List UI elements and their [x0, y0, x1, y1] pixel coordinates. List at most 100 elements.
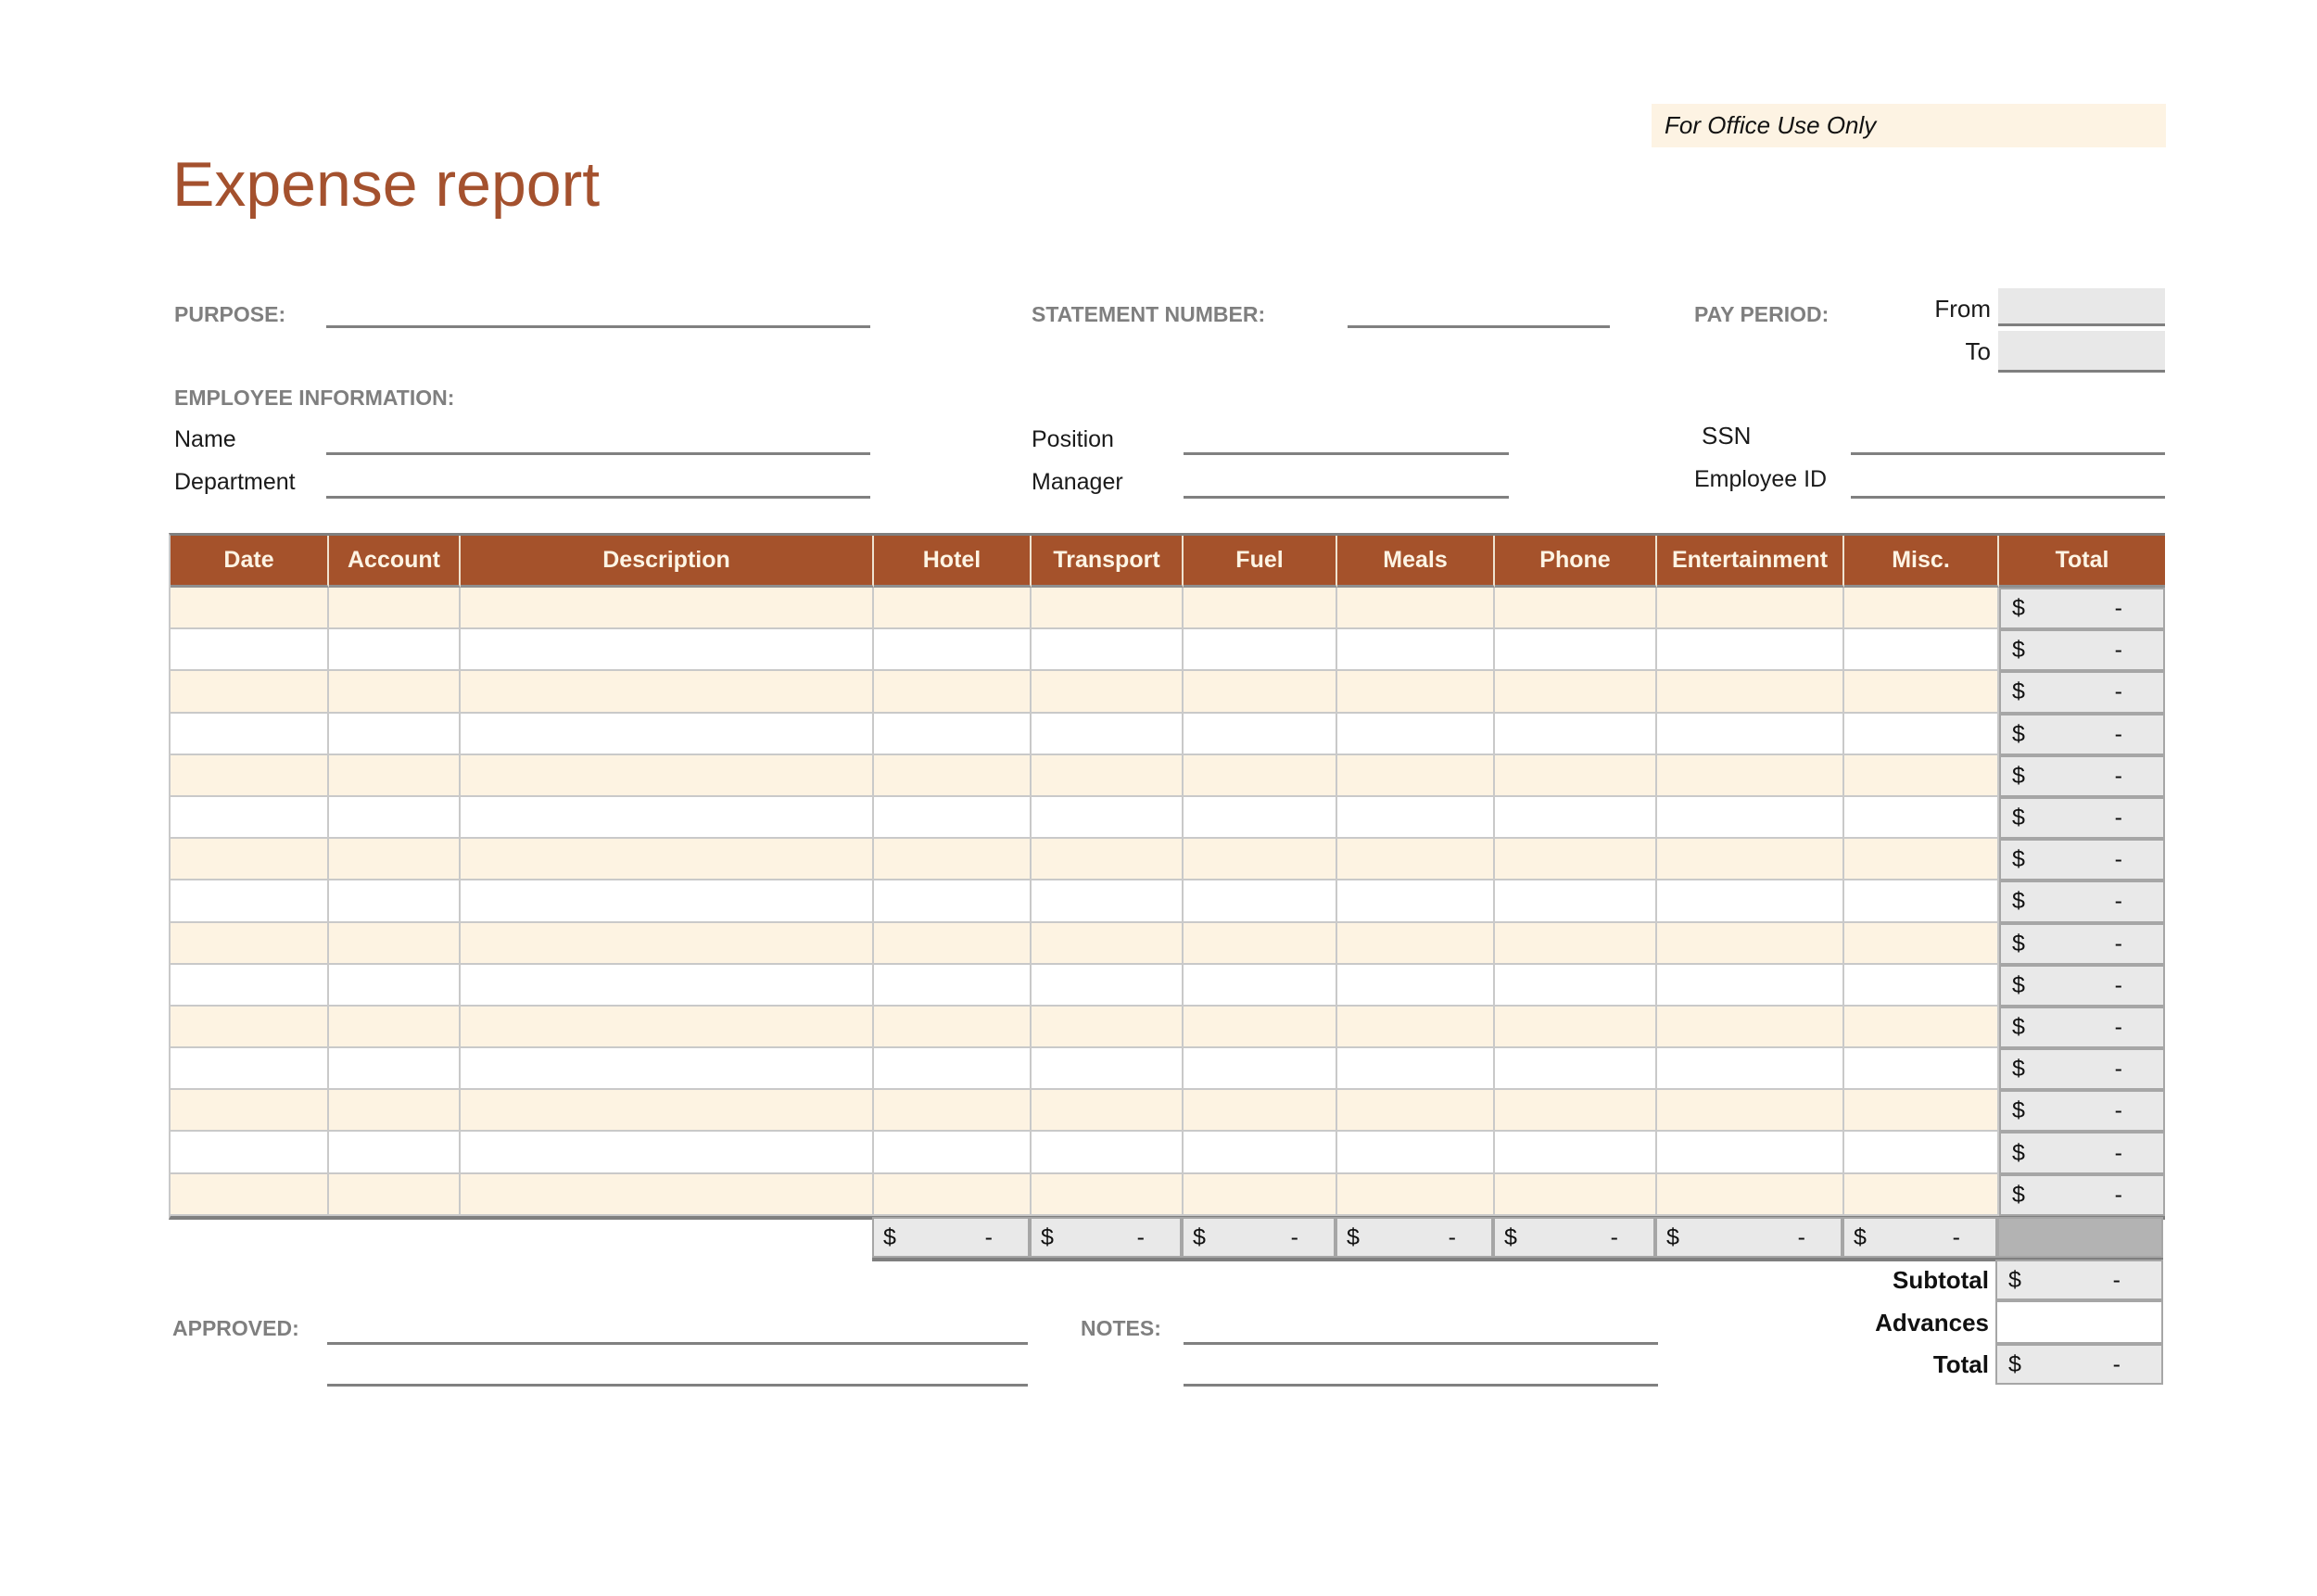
expense-input-cell-fuel[interactable] [1184, 965, 1337, 1007]
expense-input-cell-transport[interactable] [1032, 965, 1184, 1007]
expense-input-cell-transport[interactable] [1032, 1048, 1184, 1090]
purpose-input-line[interactable] [326, 325, 870, 328]
expense-input-cell-entertainment[interactable] [1657, 797, 1844, 839]
expense-input-cell-fuel[interactable] [1184, 880, 1337, 922]
expense-input-cell-account[interactable] [329, 1132, 461, 1173]
expense-input-cell-description[interactable] [461, 797, 874, 839]
expense-input-cell-transport[interactable] [1032, 923, 1184, 965]
expense-input-cell-entertainment[interactable] [1657, 839, 1844, 880]
expense-input-cell-date[interactable] [171, 1174, 329, 1216]
expense-input-cell-transport[interactable] [1032, 880, 1184, 922]
expense-input-cell-account[interactable] [329, 797, 461, 839]
expense-input-cell-account[interactable] [329, 965, 461, 1007]
expense-input-cell-transport[interactable] [1032, 1007, 1184, 1048]
expense-input-cell-hotel[interactable] [874, 629, 1032, 671]
expense-input-cell-hotel[interactable] [874, 965, 1032, 1007]
expense-input-cell-phone[interactable] [1495, 965, 1657, 1007]
expense-input-cell-fuel[interactable] [1184, 714, 1337, 755]
expense-input-cell-meals[interactable] [1337, 1048, 1495, 1090]
expense-input-cell-phone[interactable] [1495, 588, 1657, 629]
expense-input-cell-account[interactable] [329, 755, 461, 797]
expense-input-cell-meals[interactable] [1337, 629, 1495, 671]
expense-input-cell-fuel[interactable] [1184, 1090, 1337, 1132]
expense-input-cell-misc[interactable] [1844, 629, 1999, 671]
expense-input-cell-date[interactable] [171, 1132, 329, 1173]
expense-input-cell-misc[interactable] [1844, 1132, 1999, 1173]
department-input-line[interactable] [326, 496, 870, 499]
expense-input-cell-transport[interactable] [1032, 588, 1184, 629]
expense-input-cell-date[interactable] [171, 965, 329, 1007]
expense-input-cell-description[interactable] [461, 1174, 874, 1216]
expense-input-cell-account[interactable] [329, 671, 461, 713]
expense-input-cell-hotel[interactable] [874, 1048, 1032, 1090]
expense-input-cell-misc[interactable] [1844, 965, 1999, 1007]
expense-input-cell-misc[interactable] [1844, 1174, 1999, 1216]
position-input-line[interactable] [1184, 452, 1509, 455]
statement-number-input-line[interactable] [1348, 325, 1610, 328]
expense-input-cell-date[interactable] [171, 839, 329, 880]
notes-input-line-2[interactable] [1184, 1384, 1658, 1387]
expense-input-cell-phone[interactable] [1495, 671, 1657, 713]
expense-input-cell-phone[interactable] [1495, 880, 1657, 922]
expense-input-cell-meals[interactable] [1337, 1174, 1495, 1216]
expense-input-cell-entertainment[interactable] [1657, 755, 1844, 797]
expense-input-cell-entertainment[interactable] [1657, 1090, 1844, 1132]
expense-input-cell-entertainment[interactable] [1657, 1132, 1844, 1173]
expense-input-cell-date[interactable] [171, 714, 329, 755]
expense-input-cell-entertainment[interactable] [1657, 588, 1844, 629]
expense-input-cell-date[interactable] [171, 629, 329, 671]
expense-input-cell-description[interactable] [461, 588, 874, 629]
expense-input-cell-transport[interactable] [1032, 714, 1184, 755]
expense-input-cell-account[interactable] [329, 839, 461, 880]
expense-input-cell-phone[interactable] [1495, 755, 1657, 797]
expense-input-cell-account[interactable] [329, 714, 461, 755]
expense-input-cell-meals[interactable] [1337, 671, 1495, 713]
expense-input-cell-description[interactable] [461, 923, 874, 965]
expense-input-cell-account[interactable] [329, 880, 461, 922]
expense-input-cell-phone[interactable] [1495, 839, 1657, 880]
expense-input-cell-misc[interactable] [1844, 755, 1999, 797]
expense-input-cell-account[interactable] [329, 588, 461, 629]
expense-input-cell-date[interactable] [171, 1090, 329, 1132]
expense-input-cell-fuel[interactable] [1184, 839, 1337, 880]
expense-input-cell-description[interactable] [461, 1048, 874, 1090]
expense-input-cell-entertainment[interactable] [1657, 1048, 1844, 1090]
expense-input-cell-entertainment[interactable] [1657, 1174, 1844, 1216]
expense-input-cell-misc[interactable] [1844, 1007, 1999, 1048]
expense-input-cell-fuel[interactable] [1184, 588, 1337, 629]
expense-input-cell-account[interactable] [329, 629, 461, 671]
expense-input-cell-hotel[interactable] [874, 839, 1032, 880]
expense-input-cell-phone[interactable] [1495, 1174, 1657, 1216]
expense-input-cell-description[interactable] [461, 755, 874, 797]
expense-input-cell-hotel[interactable] [874, 755, 1032, 797]
expense-input-cell-transport[interactable] [1032, 839, 1184, 880]
expense-input-cell-meals[interactable] [1337, 1007, 1495, 1048]
pay-period-to-input[interactable] [1998, 331, 2165, 373]
manager-input-line[interactable] [1184, 496, 1509, 499]
expense-input-cell-meals[interactable] [1337, 839, 1495, 880]
expense-input-cell-date[interactable] [171, 755, 329, 797]
expense-input-cell-fuel[interactable] [1184, 923, 1337, 965]
expense-input-cell-misc[interactable] [1844, 839, 1999, 880]
expense-input-cell-description[interactable] [461, 714, 874, 755]
expense-input-cell-phone[interactable] [1495, 1007, 1657, 1048]
expense-input-cell-fuel[interactable] [1184, 1048, 1337, 1090]
expense-input-cell-misc[interactable] [1844, 923, 1999, 965]
expense-input-cell-fuel[interactable] [1184, 671, 1337, 713]
expense-input-cell-date[interactable] [171, 923, 329, 965]
expense-input-cell-phone[interactable] [1495, 797, 1657, 839]
ssn-input-line[interactable] [1851, 452, 2165, 455]
expense-input-cell-date[interactable] [171, 880, 329, 922]
expense-input-cell-date[interactable] [171, 1007, 329, 1048]
expense-input-cell-transport[interactable] [1032, 1090, 1184, 1132]
expense-input-cell-phone[interactable] [1495, 714, 1657, 755]
expense-input-cell-transport[interactable] [1032, 797, 1184, 839]
expense-input-cell-meals[interactable] [1337, 1090, 1495, 1132]
expense-input-cell-hotel[interactable] [874, 923, 1032, 965]
expense-input-cell-date[interactable] [171, 588, 329, 629]
name-input-line[interactable] [326, 452, 870, 455]
expense-input-cell-description[interactable] [461, 1132, 874, 1173]
expense-input-cell-transport[interactable] [1032, 671, 1184, 713]
expense-input-cell-misc[interactable] [1844, 1048, 1999, 1090]
expense-input-cell-description[interactable] [461, 965, 874, 1007]
